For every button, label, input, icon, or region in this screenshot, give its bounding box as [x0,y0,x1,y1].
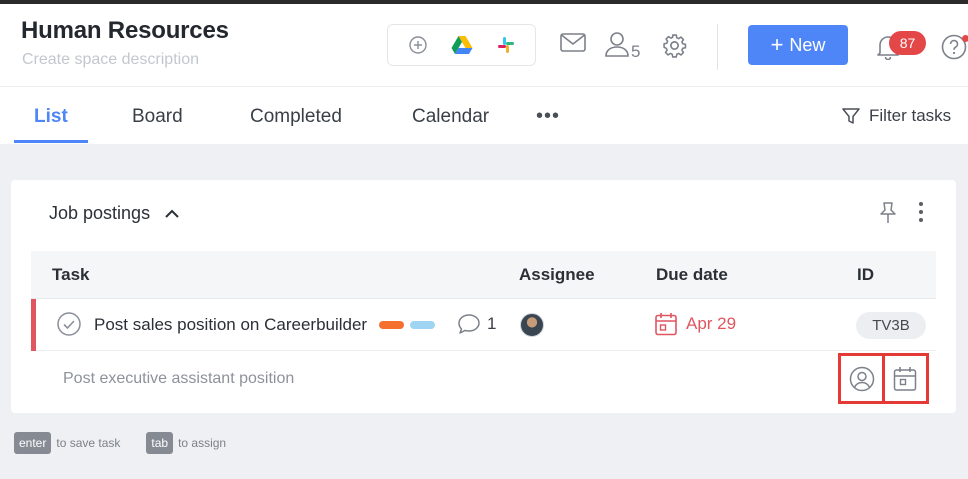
pin-icon[interactable] [877,201,899,230]
user-circle-icon [849,366,875,392]
settings-gear-icon[interactable] [662,33,687,63]
new-button[interactable]: + New [748,25,848,65]
keyboard-hints: enter to save task tab to assign [14,432,252,454]
table-row[interactable]: Post sales position on Careerbuilder 1 A… [31,299,936,351]
column-task[interactable]: Task [52,265,90,285]
member-count[interactable]: 5 [631,42,640,62]
chevron-up-icon[interactable] [164,208,180,220]
email-icon[interactable] [560,32,586,59]
task-name[interactable]: Post sales position on Careerbuilder [94,315,367,335]
table-header: Task Assignee Due date ID [31,251,936,299]
task-section-card: Job postings Task Assignee Due date ID P… [11,180,956,413]
calendar-icon [893,367,917,391]
calendar-icon [655,313,677,336]
enter-hint: to save task [56,436,121,450]
column-assignee[interactable]: Assignee [519,265,595,285]
view-tabs: List Board Completed Calendar ••• Filter… [0,86,968,144]
assign-user-button[interactable] [838,353,885,404]
tab-key: tab [146,432,174,454]
filter-icon [842,108,860,124]
due-date[interactable]: Apr 29 [655,312,736,336]
space-header: Human Resources Create space description… [0,4,968,86]
comment-count: 1 [487,314,497,333]
task-id-badge[interactable]: TV3B [856,312,926,339]
filter-tasks-button[interactable]: Filter tasks [841,106,951,126]
column-due-date[interactable]: Due date [656,265,728,285]
google-drive-icon[interactable] [451,35,473,55]
section-title: Job postings [49,203,151,223]
assignee-avatar[interactable] [520,313,544,337]
complete-checkbox-icon[interactable] [57,312,81,341]
tab-completed[interactable]: Completed [250,106,342,128]
tag-orange[interactable] [379,321,404,329]
space-description-input[interactable]: Create space description [22,51,199,69]
tab-hint: to assign [178,436,227,450]
slack-icon[interactable] [496,35,516,55]
priority-indicator [31,299,36,351]
new-button-label: New [789,34,826,55]
comment-icon [458,314,480,334]
notification-count-badge[interactable]: 87 [889,31,926,55]
column-id[interactable]: ID [857,265,874,285]
space-title[interactable]: Human Resources [21,17,229,45]
add-integration-icon[interactable] [408,35,428,55]
enter-key: enter [14,432,52,454]
active-tab-indicator [14,140,88,143]
tag-light-blue[interactable] [410,321,435,329]
help-alert-dot [962,35,968,42]
filter-tasks-label: Filter tasks [869,106,952,125]
tab-list[interactable]: List [34,106,68,128]
tab-calendar[interactable]: Calendar [412,106,489,128]
plus-icon: + [770,32,784,57]
tab-board[interactable]: Board [132,106,183,128]
members-icon[interactable] [604,31,630,62]
new-task-input[interactable]: Post executive assistant position [63,370,294,388]
set-due-date-button[interactable] [882,353,929,404]
due-date-text: Apr 29 [686,314,737,333]
more-tabs-icon[interactable]: ••• [536,105,560,128]
integrations-bar [387,24,536,66]
header-divider [717,24,718,70]
comments-button[interactable]: 1 [457,313,496,335]
more-options-icon[interactable] [917,201,925,228]
section-header[interactable]: Job postings [49,203,180,224]
